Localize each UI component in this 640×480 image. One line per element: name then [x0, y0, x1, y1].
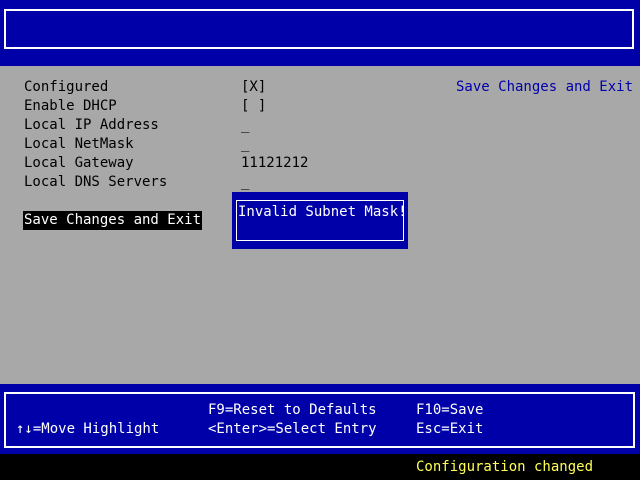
key-help-save: F10=Save [416, 402, 484, 418]
local-gateway-input[interactable]: 11121212 [241, 154, 308, 173]
key-help-select-entry: <Enter>=Select Entry [208, 421, 377, 437]
header-bar [0, 0, 640, 66]
local-dns-input[interactable]: _ [241, 173, 249, 192]
error-dialog: Invalid Subnet Mask! [232, 192, 408, 249]
configured-checkbox[interactable]: [X] [241, 78, 266, 97]
item-help-text: Save Changes and Exit [456, 79, 634, 95]
enable-dhcp-checkbox[interactable]: [ ] [241, 97, 266, 116]
status-bar: Configuration changed [0, 454, 640, 480]
field-label-enable-dhcp: Enable DHCP [24, 98, 117, 114]
header-frame [4, 9, 634, 49]
field-label-configured: Configured [24, 79, 109, 95]
local-netmask-input[interactable]: _ [241, 135, 249, 154]
error-message: Invalid Subnet Mask! [238, 204, 407, 220]
field-label-local-ip: Local IP Address [24, 117, 159, 133]
key-help-reset-defaults: F9=Reset to Defaults [208, 402, 377, 418]
field-label-local-gateway: Local Gateway [24, 155, 134, 171]
local-ip-input[interactable]: _ [241, 116, 249, 135]
field-label-local-dns: Local DNS Servers [24, 174, 168, 190]
field-label-local-netmask: Local NetMask [24, 136, 134, 152]
key-help-bar: F9=Reset to Defaults F10=Save ↑↓=Move Hi… [0, 384, 640, 454]
status-message: Configuration changed [416, 459, 594, 475]
save-changes-exit-button[interactable]: Save Changes and Exit [23, 211, 203, 230]
key-help-exit: Esc=Exit [416, 421, 484, 437]
key-help-move-highlight: ↑↓=Move Highlight [16, 421, 160, 437]
